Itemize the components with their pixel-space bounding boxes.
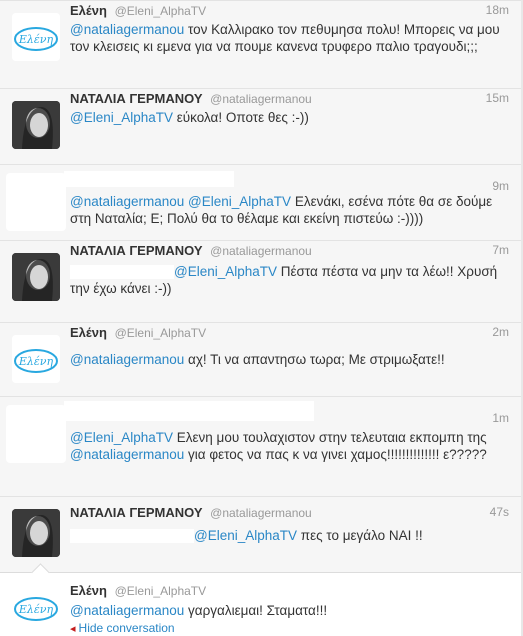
profile-photo-icon [12, 509, 60, 557]
tweet-header: Ελένη @Eleni_AlphaTV [70, 583, 509, 601]
tweet-header: Ελένη @Eleni_AlphaTV 18m [70, 3, 509, 21]
avatar[interactable]: Ελένη [12, 13, 60, 61]
eleni-logo-icon: Ελένη [12, 583, 60, 631]
user-handle[interactable]: @nataliagermanou [210, 506, 312, 520]
svg-text:Ελένη: Ελένη [18, 603, 54, 616]
tweet-item-expanded[interactable]: Ελένη Ελένη @Eleni_AlphaTV @nataliagerma… [0, 563, 521, 636]
mention-link[interactable]: @nataliagermanou [70, 447, 184, 462]
tweet-header: 1m [70, 399, 509, 425]
collapse-arrow-icon: ◂ [70, 623, 76, 635]
tweet-item[interactable]: 1m @Eleni_AlphaTV Ελενη μου τουλαχιστον … [0, 396, 521, 496]
tweet-item[interactable]: ΝΑΤΑΛΙΑ ΓΕΡΜΑΝΟΥ @nataliagermanou 15m @E… [0, 88, 521, 164]
hide-conversation-link[interactable]: ◂ Hide conversation [70, 621, 175, 635]
user-handle[interactable]: @Eleni_AlphaTV [115, 4, 207, 18]
tweet-text: @nataliagermanou τον Καλλιρακο τον πεθυμ… [70, 22, 500, 54]
conversation-timeline: Ελένη Ελένη @Eleni_AlphaTV 18m @nataliag… [0, 0, 523, 636]
avatar[interactable] [12, 253, 60, 301]
tweet-text: @Eleni_AlphaTV Ελενη μου τουλαχιστον στη… [70, 430, 487, 462]
avatar[interactable]: Ελένη [12, 583, 60, 631]
timestamp[interactable]: 47s [490, 505, 509, 519]
profile-photo-icon [12, 253, 60, 301]
user-name[interactable]: ΝΑΤΑΛΙΑ ΓΕΡΜΑΝΟΥ [70, 91, 203, 106]
avatar[interactable]: Ελένη [12, 335, 60, 383]
avatar[interactable] [6, 173, 66, 231]
mention-link[interactable]: @Eleni_AlphaTV [194, 528, 297, 543]
mention-link[interactable]: @nataliagermanou [70, 352, 184, 367]
user-name[interactable]: Ελένη [70, 583, 107, 598]
tweet-text: @nataliagermanou @Eleni_AlphaTV Ελενάκι,… [70, 194, 493, 226]
user-name[interactable]: ΝΑΤΑΛΙΑ ΓΕΡΜΑΝΟΥ [70, 505, 203, 520]
tweet-header: Ελένη @Eleni_AlphaTV 2m [70, 325, 509, 343]
user-name[interactable]: Ελένη [70, 3, 107, 18]
mention-link[interactable]: @nataliagermanou [70, 603, 184, 618]
tweet-header: ΝΑΤΑΛΙΑ ΓΕΡΜΑΝΟΥ @nataliagermanou 15m [70, 91, 509, 109]
eleni-logo-icon: Ελένη [12, 335, 60, 383]
tweet-text: @Eleni_AlphaTV εύκολα! Οποτε θες :-)) [70, 110, 309, 125]
user-name[interactable]: Ελένη [70, 325, 107, 340]
timestamp[interactable]: 15m [486, 91, 509, 105]
eleni-logo-icon: Ελένη [12, 13, 60, 61]
tweet-text: @Eleni_AlphaTV Πέστα πέστα να μην τα λέω… [70, 264, 498, 296]
mention-link[interactable]: @Eleni_AlphaTV [174, 264, 277, 279]
redacted-mention [70, 265, 174, 280]
tweet-header: 9m [70, 167, 509, 193]
tweet-text: @nataliagermanou αχ! Τι να απαντησω τωρα… [70, 352, 445, 367]
avatar[interactable] [6, 405, 66, 463]
user-handle[interactable]: @nataliagermanou [210, 244, 312, 258]
tweet-header: ΝΑΤΑΛΙΑ ΓΕΡΜΑΝΟΥ @nataliagermanou 47s [70, 505, 509, 523]
tweet-item[interactable]: Ελένη Ελένη @Eleni_AlphaTV 18m @nataliag… [0, 0, 521, 88]
timestamp[interactable]: 2m [492, 325, 509, 339]
user-handle[interactable]: @nataliagermanou [210, 92, 312, 106]
avatar[interactable] [12, 509, 60, 557]
svg-text:Ελένη: Ελένη [18, 33, 54, 46]
avatar[interactable] [12, 101, 60, 149]
mention-link[interactable]: @nataliagermanou [70, 22, 184, 37]
redacted-mention [70, 529, 194, 544]
user-handle[interactable]: @Eleni_AlphaTV [115, 584, 207, 598]
profile-photo-icon [12, 101, 60, 149]
tweet-text: @Eleni_AlphaTV πες το μεγάλο ΝΑΙ !! [70, 527, 507, 544]
timestamp[interactable]: 1m [492, 411, 509, 425]
mention-link[interactable]: @Eleni_AlphaTV [70, 110, 173, 125]
tweet-item[interactable]: ΝΑΤΑΛΙΑ ΓΕΡΜΑΝΟΥ @nataliagermanou 7m @El… [0, 240, 521, 322]
timestamp[interactable]: 18m [486, 3, 509, 17]
tweet-item[interactable]: ΝΑΤΑΛΙΑ ΓΕΡΜΑΝΟΥ @nataliagermanou 47s @E… [0, 496, 521, 572]
mention-link[interactable]: @nataliagermanou [70, 194, 184, 209]
svg-text:Ελένη: Ελένη [18, 355, 54, 368]
mention-link[interactable]: @Eleni_AlphaTV [70, 430, 173, 445]
tweet-header: ΝΑΤΑΛΙΑ ΓΕΡΜΑΝΟΥ @nataliagermanou 7m [70, 243, 509, 261]
mention-link[interactable]: @Eleni_AlphaTV [188, 194, 291, 209]
timestamp[interactable]: 7m [492, 243, 509, 257]
timestamp[interactable]: 9m [492, 179, 509, 193]
tweet-item[interactable]: Ελένη Ελένη @Eleni_AlphaTV 2m @nataliage… [0, 322, 521, 396]
tweet-item[interactable]: 9m @nataliagermanou @Eleni_AlphaTV Ελενά… [0, 164, 521, 240]
user-handle[interactable]: @Eleni_AlphaTV [115, 326, 207, 340]
tweet-text: @nataliagermanou γαργαλιεμαι! Σταματα!!! [70, 603, 328, 618]
user-name[interactable]: ΝΑΤΑΛΙΑ ΓΕΡΜΑΝΟΥ [70, 243, 203, 258]
